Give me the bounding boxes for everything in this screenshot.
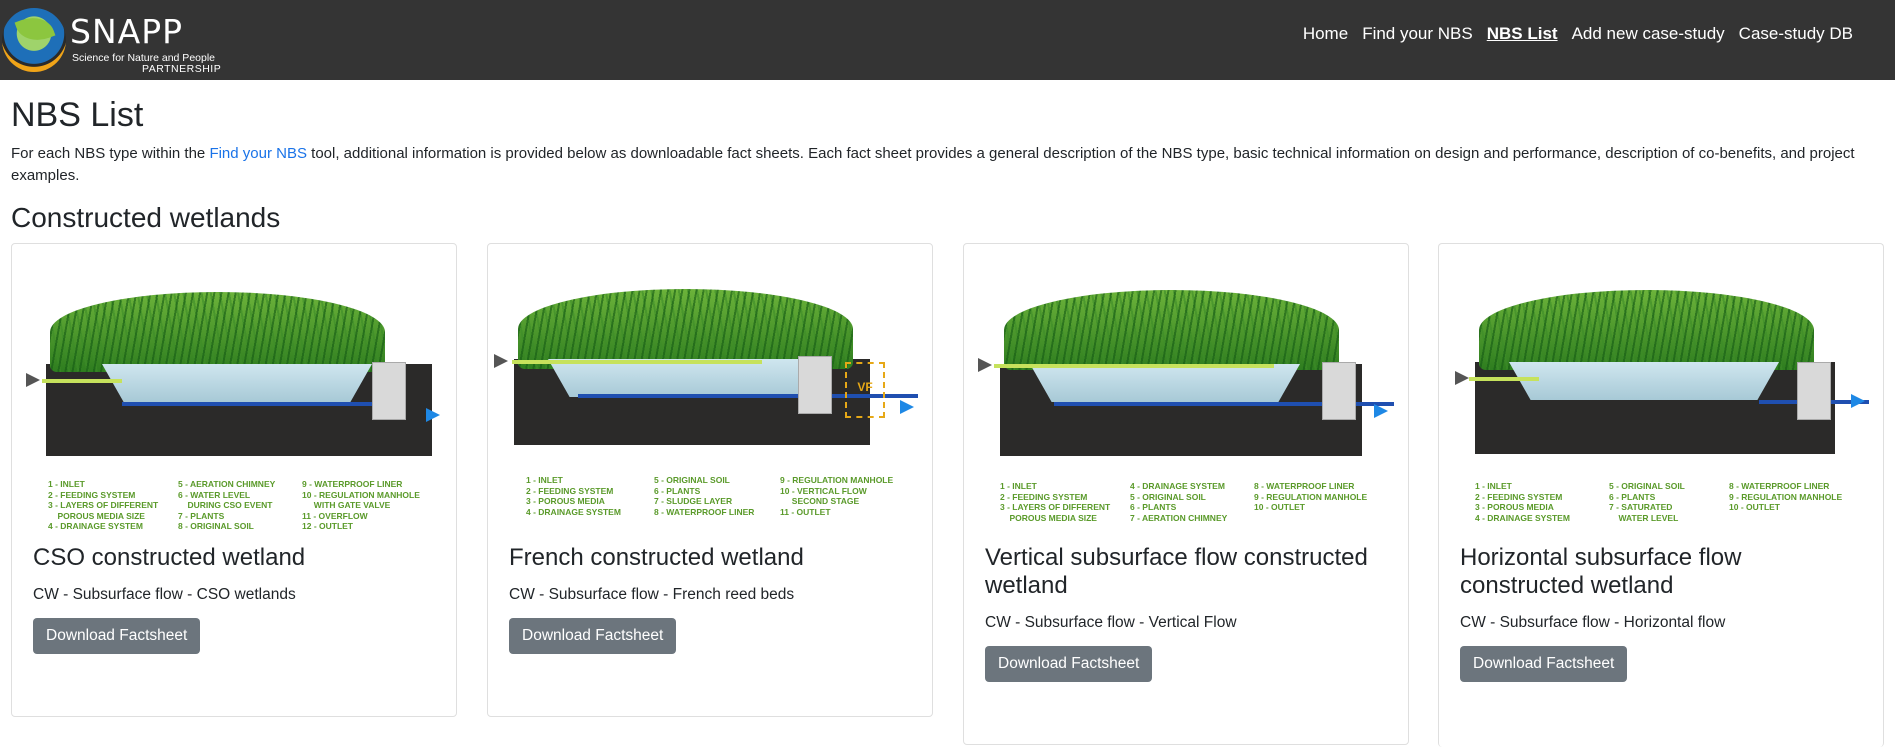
brand-tagline-2: PARTNERSHIP [142,63,222,75]
nav-find-your-nbs[interactable]: Find your NBS [1355,22,1480,46]
regulation-manhole [1797,362,1831,420]
download-factsheet-button[interactable]: Download Factsheet [1460,646,1628,682]
inlet-arrow [26,373,40,387]
inlet-arrow [978,358,992,372]
feeding-pipe [994,364,1274,368]
nav-add-case-study[interactable]: Add new case-study [1565,22,1732,46]
regulation-manhole [372,362,406,420]
regulation-manhole [798,356,832,414]
diagram-legend-col3: 9 - REGULATION MANHOLE 10 - VERTICAL FLO… [780,475,894,517]
diagram-legend: 1 - INLET 2 - FEEDING SYSTEM 3 - LAYERS … [48,479,159,531]
wetland-diagram: VF 1 - INLET 2 - FEEDING SYSTEM 3 - PORO… [488,244,932,544]
diagram-legend-col2: 4 - DRAINAGE SYSTEM 5 - ORIGINAL SOIL 6 … [1130,481,1228,523]
card-horizontal-flow-wetland: 1 - INLET 2 - FEEDING SYSTEM 3 - POROUS … [1438,243,1884,747]
outlet-arrow [1851,394,1865,408]
navbar: SNAPP Science for Nature and People PART… [0,0,1895,80]
outlet-arrow [900,400,914,414]
card-subtitle: CW - Subsurface flow - Horizontal flow [1460,614,1726,631]
diagram-legend-col3: 9 - WATERPROOF LINER 10 - REGULATION MAN… [302,479,420,531]
brand-name: SNAPP [70,12,184,51]
wetland-diagram: 1 - INLET 2 - FEEDING SYSTEM 3 - POROUS … [1439,244,1883,544]
diagram-legend: 1 - INLET 2 - FEEDING SYSTEM 3 - LAYERS … [1000,481,1111,523]
page-title: NBS List [11,96,144,134]
feeding-pipe [42,379,122,383]
card-title: Horizontal subsurface flow constructed w… [1460,544,1742,599]
card-subtitle: CW - Subsurface flow - Vertical Flow [985,614,1237,631]
diagram-legend: 1 - INLET 2 - FEEDING SYSTEM 3 - POROUS … [1475,481,1570,523]
porous-media-basin [102,364,372,402]
snapp-logo[interactable]: SNAPP Science for Nature and People PART… [2,6,252,75]
diagram-legend-col3: 8 - WATERPROOF LINER 9 - REGULATION MANH… [1729,481,1843,512]
card-body: Vertical subsurface flow constructed wet… [964,544,1408,700]
download-factsheet-button[interactable]: Download Factsheet [33,618,201,654]
vertical-flow-badge: VF [845,362,885,418]
inlet-arrow [1455,371,1469,385]
intro-text: For each NBS type within the Find your N… [11,143,1861,187]
plants-illustration [50,292,385,372]
wetland-diagram: 1 - INLET 2 - FEEDING SYSTEM 3 - LAYERS … [964,244,1408,544]
intro-before: For each NBS type within the [11,145,210,162]
porous-media-basin [1030,364,1300,402]
feeding-pipe [1469,377,1539,381]
card-subtitle: CW - Subsurface flow - CSO wetlands [33,586,296,603]
card-title: Vertical subsurface flow constructed wet… [985,544,1368,599]
plants-illustration [1004,290,1339,370]
card-body: French constructed wetland CW - Subsurfa… [488,544,932,672]
regulation-manhole [1322,362,1356,420]
card-title: CSO constructed wetland [33,544,306,571]
plants-illustration [1479,290,1814,370]
card-title: French constructed wetland [509,544,804,571]
wetland-diagram: 1 - INLET 2 - FEEDING SYSTEM 3 - LAYERS … [12,244,456,544]
diagram-legend-col2: 5 - AERATION CHIMNEY 6 - WATER LEVEL DUR… [178,479,276,531]
find-your-nbs-link[interactable]: Find your NBS [209,145,307,162]
card-french-wetland: VF 1 - INLET 2 - FEEDING SYSTEM 3 - PORO… [487,243,933,717]
nav-case-study-db[interactable]: Case-study DB [1732,22,1860,46]
card-body: Horizontal subsurface flow constructed w… [1439,544,1883,700]
porous-media-basin [1509,362,1779,400]
inlet-arrow [494,354,508,368]
download-factsheet-button[interactable]: Download Factsheet [985,646,1153,682]
outlet-arrow [1374,404,1388,418]
section-title: Constructed wetlands [11,202,281,233]
card-body: CSO constructed wetland CW - Subsurface … [12,544,456,672]
drainage-pipe [122,402,402,406]
outlet-arrow [426,408,440,422]
nav-home[interactable]: Home [1296,22,1355,46]
nav-nbs-list[interactable]: NBS List [1480,22,1565,46]
diagram-legend: 1 - INLET 2 - FEEDING SYSTEM 3 - POROUS … [526,475,621,517]
card-cso-wetland: 1 - INLET 2 - FEEDING SYSTEM 3 - LAYERS … [11,243,457,717]
card-subtitle: CW - Subsurface flow - French reed beds [509,586,795,603]
diagram-legend-col2: 5 - ORIGINAL SOIL 6 - PLANTS 7 - SATURAT… [1609,481,1685,523]
feeding-pipe [512,360,762,364]
diagram-legend-col2: 5 - ORIGINAL SOIL 6 - PLANTS 7 - SLUDGE … [654,475,755,517]
diagram-legend-col3: 8 - WATERPROOF LINER 9 - REGULATION MANH… [1254,481,1368,512]
download-factsheet-button[interactable]: Download Factsheet [509,618,677,654]
main-nav: Home Find your NBS NBS List Add new case… [1296,22,1860,46]
card-vertical-flow-wetland: 1 - INLET 2 - FEEDING SYSTEM 3 - LAYERS … [963,243,1409,745]
porous-media-basin [548,359,818,397]
